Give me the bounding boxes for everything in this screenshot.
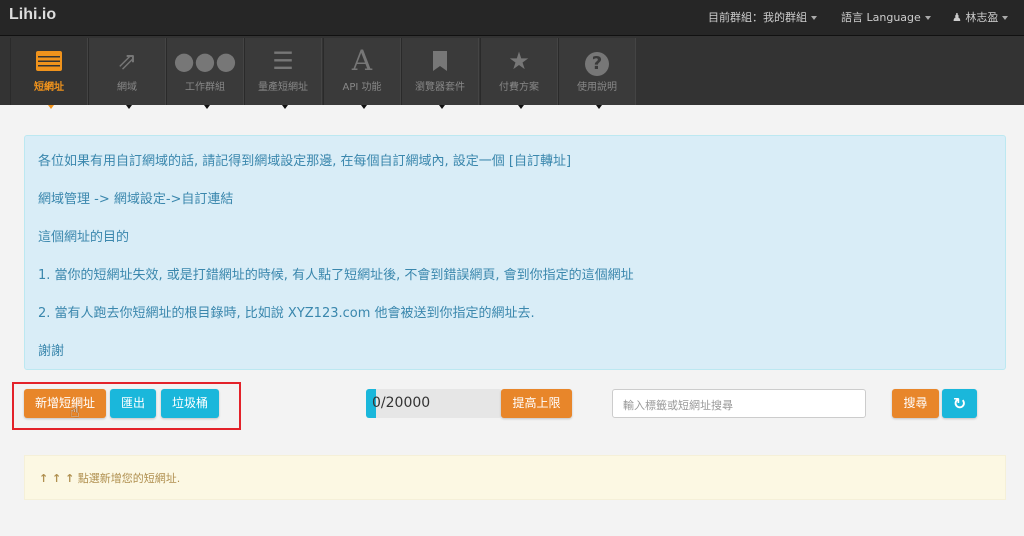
font-icon: A: [351, 44, 373, 77]
tab-workgroups[interactable]: ●●● 工作群組: [166, 38, 244, 109]
users-icon: ●●●: [173, 47, 237, 75]
main-nav: 短網址 ⇗ 網域 ●●● 工作群組 ☰ 量產短網址 A API 功能 瀏覽器套件 ★ 付費…: [0, 36, 1024, 109]
add-short-url-button[interactable]: 新增短網址: [24, 389, 106, 418]
pointer: [282, 105, 288, 109]
tab-browser-extension[interactable]: 瀏覽器套件: [401, 38, 479, 109]
pointer: [204, 105, 210, 109]
info-line: 1. 當你的短網址失效, 或是打錯網址的時候, 有人點了短網址後, 不會到錯誤網…: [38, 268, 634, 283]
refresh-icon: ↻: [952, 394, 967, 413]
question-icon: ?: [559, 38, 635, 78]
tab-domains[interactable]: ⇗ 網域: [88, 38, 166, 109]
user-icon: ♟: [952, 11, 962, 24]
tab-help[interactable]: ? 使用說明: [558, 38, 636, 109]
caret-down-icon: [924, 16, 931, 20]
search-input[interactable]: 輸入標籤或短網址搜尋: [612, 389, 866, 418]
th-list-icon: ☰: [272, 47, 294, 75]
list-icon: [11, 38, 87, 78]
pointer: [361, 105, 367, 109]
pointer: [126, 105, 132, 109]
trash-button[interactable]: 垃圾桶: [161, 389, 219, 418]
top-bar: Lihi.io 目前群組：我的群組 語言 Language ♟ 林志盈: [0, 0, 1024, 36]
info-line: 各位如果有用自訂網域的話, 請記得到網域設定那邊, 在每個自訂網域內, 設定一個…: [38, 154, 572, 169]
tab-bulk-urls[interactable]: ☰ 量產短網址: [244, 38, 322, 109]
group-label: 目前群組：我的群組: [708, 11, 807, 24]
caret-down-icon: [811, 16, 817, 20]
tab-label: 瀏覽器套件: [415, 82, 465, 93]
external-link-icon: ⇗: [116, 47, 138, 75]
caret-down-icon: [1002, 16, 1009, 20]
bookmark-icon: [402, 38, 478, 78]
raise-limit-button[interactable]: 提高上限: [501, 389, 572, 418]
tab-label: 付費方案: [499, 82, 539, 93]
info-alert: 各位如果有用自訂網域的話, 請記得到網域設定那邊, 在每個自訂網域內, 設定一個…: [24, 135, 1006, 370]
tab-label: 使用說明: [577, 82, 617, 93]
usage-progress: 0/20000: [366, 389, 502, 418]
info-line: 謝謝: [38, 344, 65, 359]
info-line: 網域管理 -> 網域設定->自訂連結: [38, 192, 234, 207]
arrow-up-icon: ↑ ↑ ↑: [39, 472, 75, 485]
pointer: [439, 105, 445, 109]
tab-label: API 功能: [342, 82, 382, 93]
tab-pricing[interactable]: ★ 付費方案: [480, 38, 558, 109]
search-button[interactable]: 搜尋: [892, 389, 939, 418]
refresh-button[interactable]: ↻: [942, 389, 977, 418]
group-menu[interactable]: 目前群組：我的群組: [708, 9, 817, 25]
user-name: 林志盈: [965, 11, 999, 24]
user-menu[interactable]: ♟ 林志盈: [952, 9, 1009, 25]
export-button[interactable]: 匯出: [110, 389, 156, 418]
hint-alert: ↑ ↑ ↑ 點選新增您的短網址.: [24, 455, 1006, 500]
brand-logo[interactable]: Lihi.io: [9, 6, 56, 24]
hand-cursor-icon: ☝: [70, 402, 80, 421]
info-line: 2. 當有人跑去你短網址的根目錄時, 比如說 XYZ123.com 他會被送到你…: [38, 306, 535, 321]
tab-label: 短網址: [34, 82, 64, 93]
tab-label: 工作群組: [185, 82, 225, 93]
pointer: [596, 105, 602, 109]
hint-text: 點選新增您的短網址.: [77, 472, 181, 485]
tab-short-urls[interactable]: 短網址: [10, 38, 88, 109]
language-menu[interactable]: 語言 Language: [841, 9, 931, 25]
language-label: 語言 Language: [841, 11, 921, 24]
info-line: 這個網址的目的: [38, 230, 130, 245]
star-icon: ★: [508, 47, 530, 75]
tab-api[interactable]: A API 功能: [323, 38, 401, 109]
usage-text: 0/20000: [372, 395, 431, 411]
pointer: [48, 105, 54, 109]
tab-label: 網域: [117, 82, 137, 93]
pointer: [518, 105, 524, 109]
tab-label: 量產短網址: [258, 82, 308, 93]
